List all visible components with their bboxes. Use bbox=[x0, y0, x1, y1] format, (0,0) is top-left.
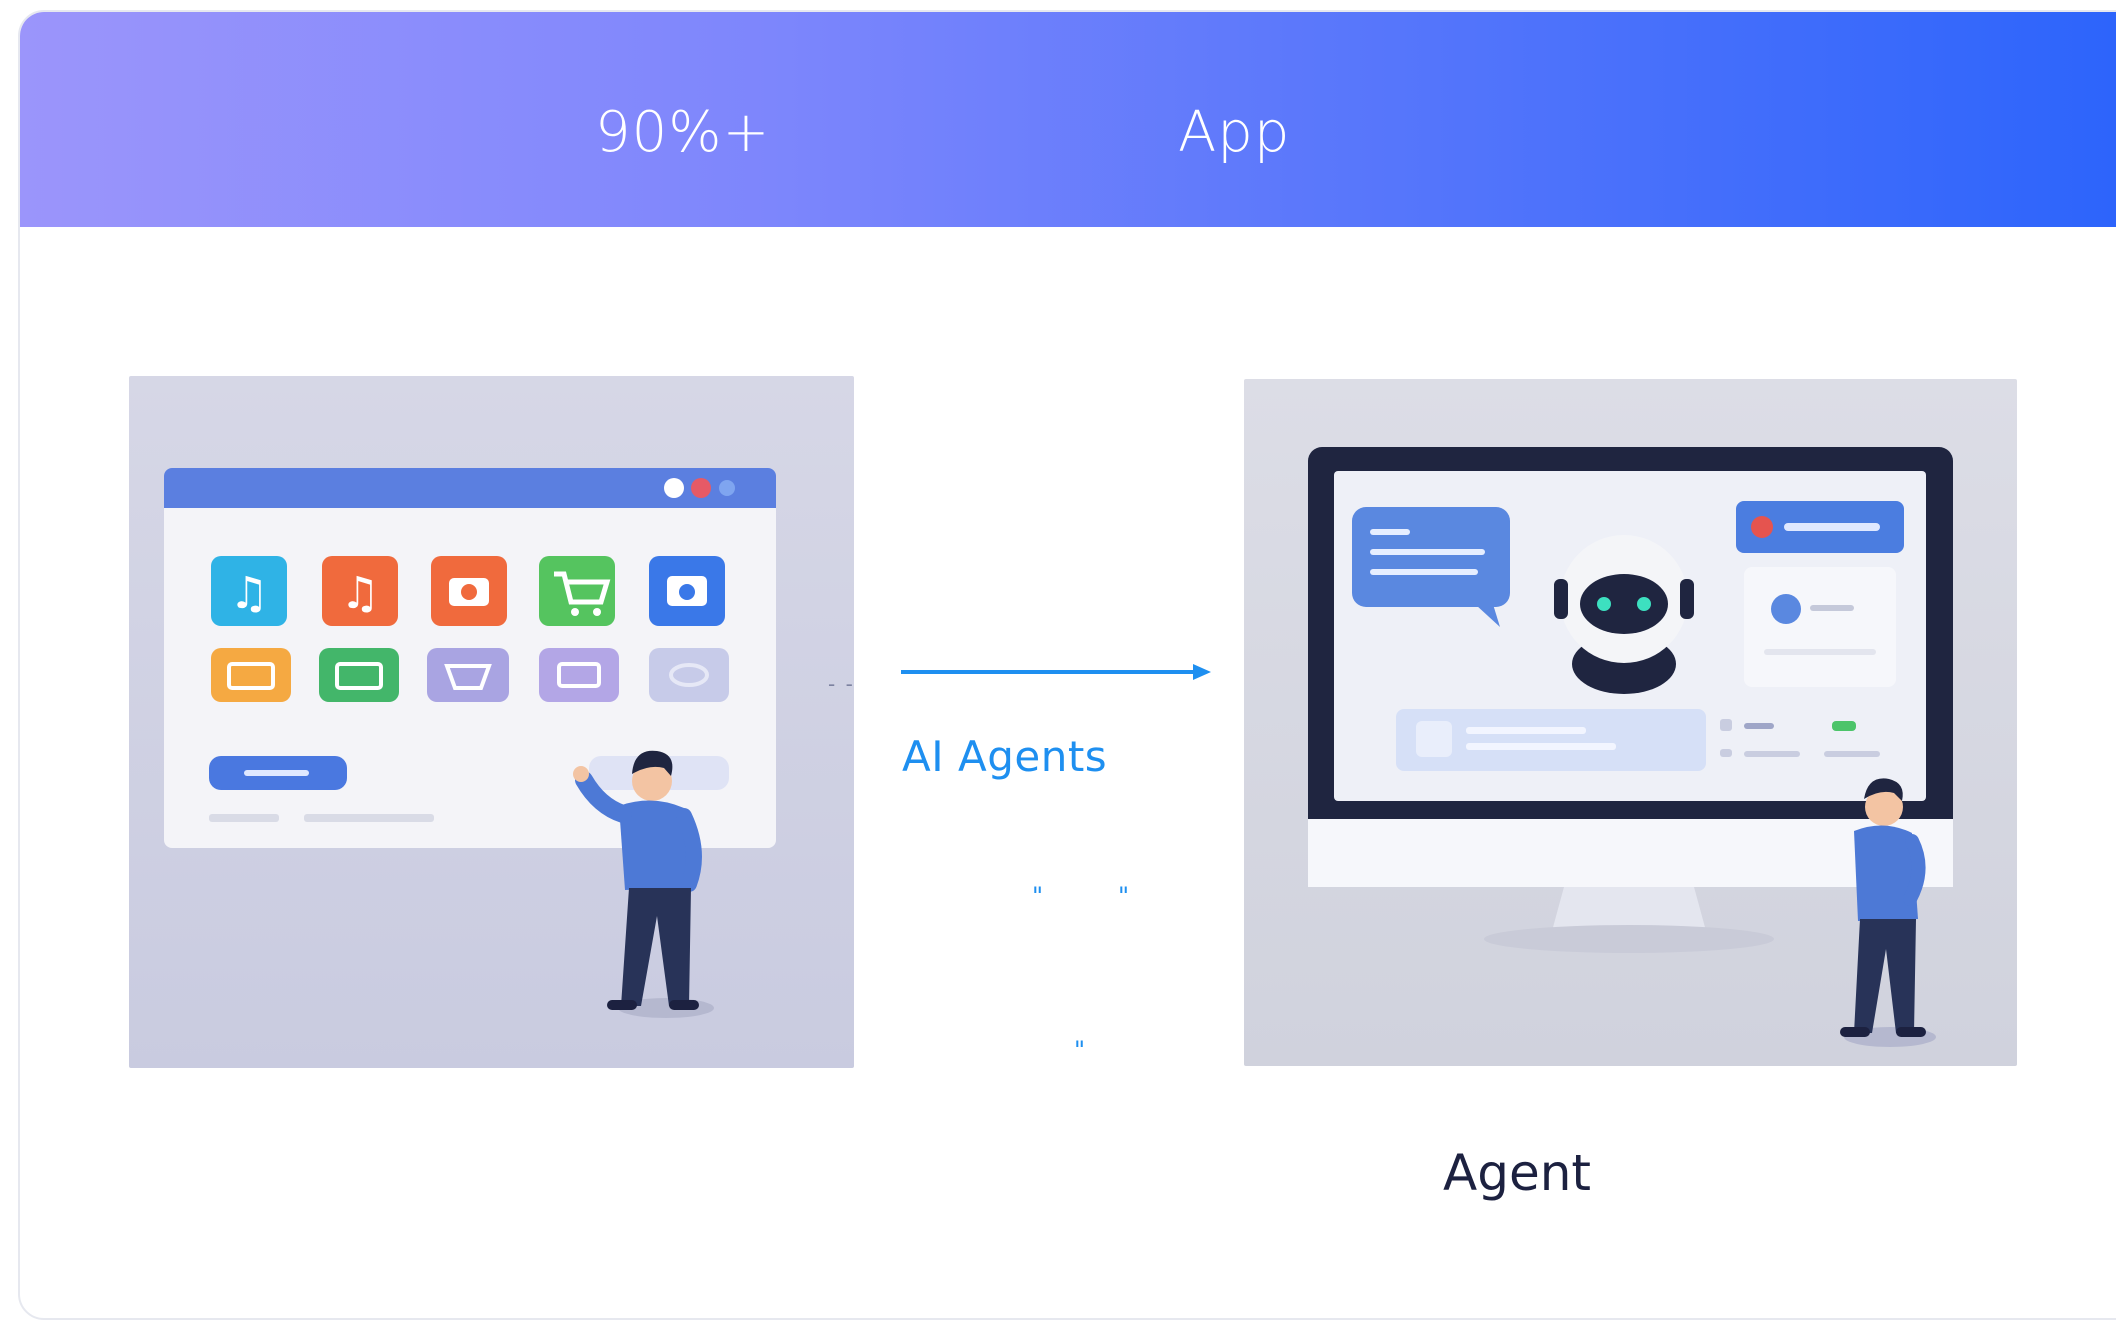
app-icon-row-2 bbox=[211, 648, 729, 702]
eye-icon bbox=[649, 648, 729, 702]
window-dot-icon bbox=[691, 478, 711, 498]
header-banner: 90%+ App bbox=[20, 12, 2116, 227]
svg-text:♫: ♫ bbox=[340, 568, 379, 619]
header-stat-text: 90%+ bbox=[595, 100, 771, 165]
robot-icon bbox=[1554, 535, 1694, 694]
app-grid-scene: ♫ ♫ bbox=[164, 468, 776, 1018]
quote-open-mark: " bbox=[1032, 882, 1044, 910]
flow-arrow-icon bbox=[901, 664, 1211, 680]
slide-card: 90%+ App ♫ ♫ - - AI Agents " " " Agent bbox=[18, 10, 2116, 1320]
header-app-text: App bbox=[1178, 100, 1291, 165]
window-dot-icon bbox=[719, 480, 735, 496]
agent-monitor-illustration bbox=[1244, 379, 2017, 1066]
card-icon bbox=[211, 648, 291, 702]
quote-close-mark: " bbox=[1118, 882, 1130, 910]
basket-icon bbox=[427, 648, 509, 702]
quote-lower-mark: " bbox=[1074, 1036, 1086, 1064]
cart-icon bbox=[539, 648, 619, 702]
app-grid-illustration: ♫ ♫ bbox=[129, 376, 854, 1068]
connector-dots: - - bbox=[828, 672, 855, 696]
ai-agents-label: AI Agents bbox=[902, 732, 1108, 781]
card-icon bbox=[319, 648, 399, 702]
agent-monitor-scene bbox=[1308, 447, 1953, 1047]
window-dot-icon bbox=[664, 478, 684, 498]
svg-text:♫: ♫ bbox=[229, 568, 268, 619]
agent-caption: Agent bbox=[1443, 1144, 1591, 1202]
